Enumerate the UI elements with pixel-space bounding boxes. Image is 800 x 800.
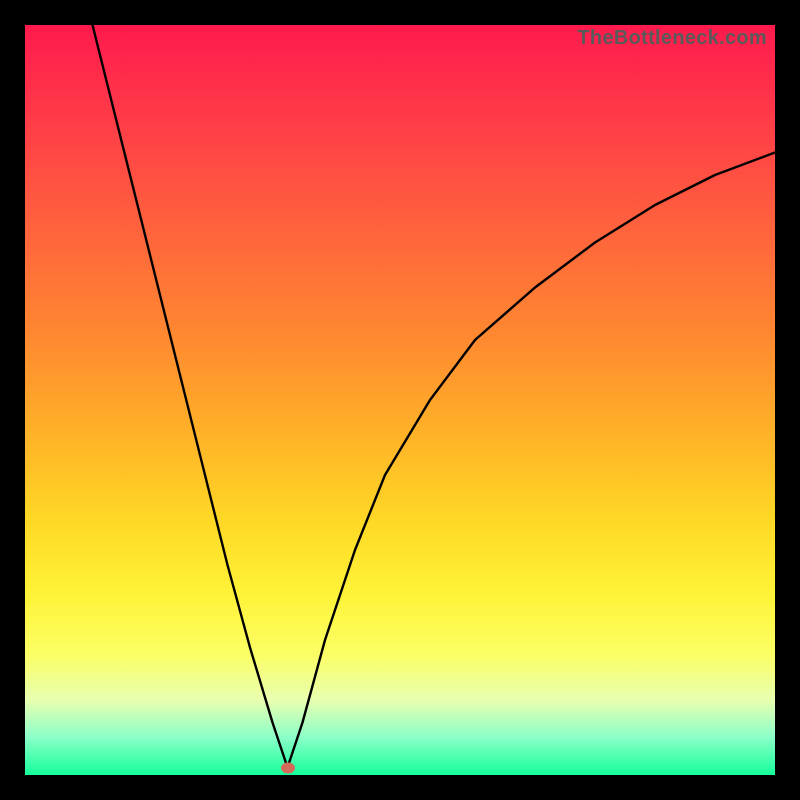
bottleneck-curve (93, 25, 776, 768)
minimum-marker (281, 762, 295, 773)
chart-frame: TheBottleneck.com (0, 0, 800, 800)
plot-area: TheBottleneck.com (25, 25, 775, 775)
curve-svg (25, 25, 775, 775)
